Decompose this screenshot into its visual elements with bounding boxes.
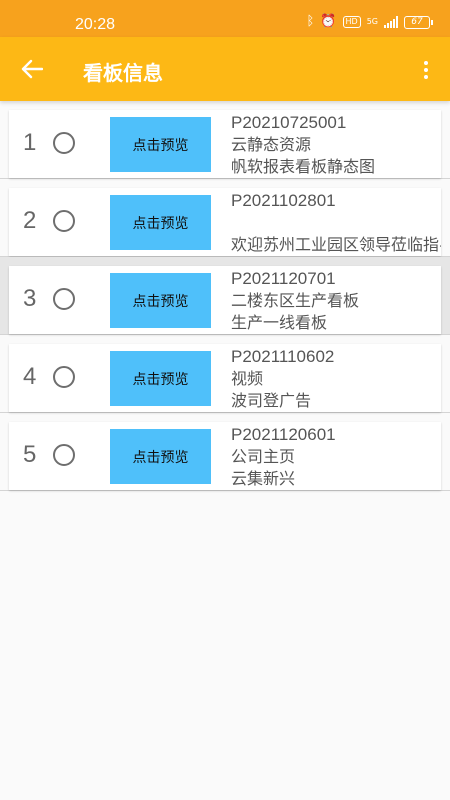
board-info: P2021110602 视频 波司登广告 xyxy=(231,346,441,412)
board-info: P20210725001 云静态资源 帆软报表看板静态图 xyxy=(231,112,441,178)
item-index: 5 xyxy=(23,441,37,468)
item-index: 1 xyxy=(23,129,37,156)
preview-button[interactable]: 点击预览 xyxy=(110,117,211,172)
list-item[interactable]: 4 点击预览 P2021110602 视频 波司登广告 xyxy=(0,335,450,413)
list-item[interactable]: 3 点击预览 P2021120701 二楼东区生产看板 生产一线看板 xyxy=(0,257,450,335)
status-icons: ᛒ ⏰ HD 5G 67 xyxy=(306,14,433,29)
board-name: 视频 xyxy=(231,369,264,388)
list-item[interactable]: 2 点击预览 P2021102801 欢迎苏州工业园区领导莅临指导 xyxy=(0,179,450,257)
battery-level: 67 xyxy=(411,16,423,27)
board-desc: 云集新兴 xyxy=(231,469,296,488)
more-vert-icon xyxy=(424,61,428,65)
board-card: 4 点击预览 P2021110602 视频 波司登广告 xyxy=(9,344,441,412)
board-info: P2021120701 二楼东区生产看板 生产一线看板 xyxy=(231,268,441,334)
network-type: 5G xyxy=(366,17,378,26)
board-card: 2 点击预览 P2021102801 欢迎苏州工业园区领导莅临指导 xyxy=(9,188,441,256)
arrow-left-icon xyxy=(21,59,43,79)
board-name: 云静态资源 xyxy=(231,135,312,154)
board-code: P2021102801 xyxy=(231,191,336,210)
board-code: P2021110602 xyxy=(231,347,335,366)
board-info: P2021102801 欢迎苏州工业园区领导莅临指导 xyxy=(231,190,441,256)
status-bar: 20:28 ᛒ ⏰ HD 5G 67 xyxy=(0,0,450,37)
list-item[interactable]: 1 点击预览 P20210725001 云静态资源 帆软报表看板静态图 xyxy=(0,101,450,179)
item-index: 2 xyxy=(23,207,37,234)
preview-button[interactable]: 点击预览 xyxy=(110,429,211,484)
hd-icon: HD xyxy=(342,16,361,28)
board-desc: 生产一线看板 xyxy=(231,313,328,332)
page-title: 看板信息 xyxy=(83,61,163,85)
item-index: 3 xyxy=(23,285,37,312)
board-name: 公司主页 xyxy=(231,447,296,466)
preview-button[interactable]: 点击预览 xyxy=(110,273,211,328)
select-radio[interactable] xyxy=(53,444,75,466)
board-card: 3 点击预览 P2021120701 二楼东区生产看板 生产一线看板 xyxy=(9,266,441,334)
board-name xyxy=(231,212,441,234)
alarm-icon: ⏰ xyxy=(320,14,337,29)
select-radio[interactable] xyxy=(53,288,75,310)
app-bar: 看板信息 xyxy=(0,37,450,101)
board-card: 1 点击预览 P20210725001 云静态资源 帆软报表看板静态图 xyxy=(9,110,441,178)
board-code: P2021120601 xyxy=(231,425,336,444)
status-time: 20:28 xyxy=(75,16,116,33)
list-item[interactable]: 5 点击预览 P2021120601 公司主页 云集新兴 xyxy=(0,413,450,491)
board-name: 二楼东区生产看板 xyxy=(231,291,360,310)
battery-icon: 67 xyxy=(404,15,433,29)
select-radio[interactable] xyxy=(53,366,75,388)
bluetooth-icon: ᛒ xyxy=(306,14,315,29)
preview-button[interactable]: 点击预览 xyxy=(110,195,211,250)
preview-button[interactable]: 点击预览 xyxy=(110,351,211,406)
board-code: P2021120701 xyxy=(231,269,336,288)
board-desc: 欢迎苏州工业园区领导莅临指导 xyxy=(231,235,441,254)
back-button[interactable] xyxy=(18,55,46,83)
item-index: 4 xyxy=(23,363,37,390)
select-radio[interactable] xyxy=(53,132,75,154)
board-desc: 波司登广告 xyxy=(231,391,312,410)
board-info: P2021120601 公司主页 云集新兴 xyxy=(231,424,441,490)
more-menu-button[interactable] xyxy=(416,57,436,83)
board-desc: 帆软报表看板静态图 xyxy=(231,157,376,176)
select-radio[interactable] xyxy=(53,210,75,232)
board-code: P20210725001 xyxy=(231,113,347,132)
board-card: 5 点击预览 P2021120601 公司主页 云集新兴 xyxy=(9,422,441,490)
signal-icon xyxy=(384,16,398,28)
